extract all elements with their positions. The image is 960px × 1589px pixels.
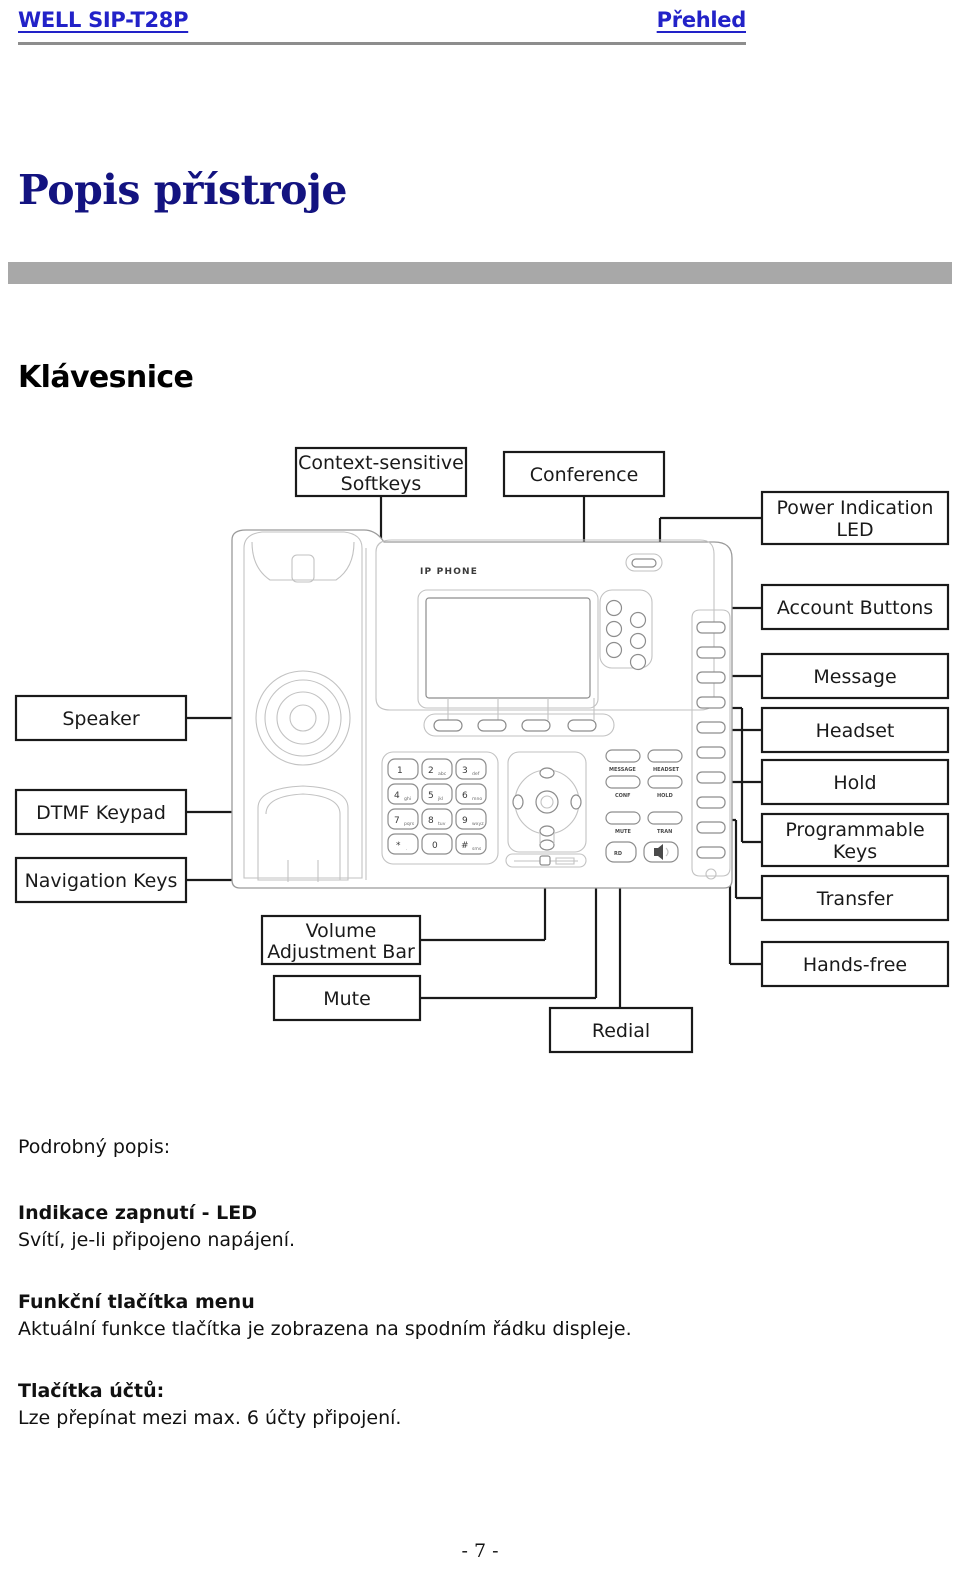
svg-text:1: 1 — [397, 766, 403, 776]
page-footer: - 7 - — [0, 1540, 960, 1562]
svg-text:2: 2 — [428, 766, 434, 776]
svg-text:sms: sms — [472, 847, 482, 852]
callout-transfer-label: Transfer — [816, 888, 894, 910]
callout-headset-label: Headset — [816, 720, 895, 742]
callout-context-softkeys: Context-sensitive Softkeys — [294, 446, 468, 498]
body-lead-softkeys: Funkční tlačítka menu — [18, 1290, 255, 1313]
body-lead-power-led: Indikace zapnutí - LED — [18, 1201, 258, 1224]
callout-context-softkeys-line2: Softkeys — [341, 473, 422, 495]
svg-text:.: . — [406, 847, 407, 852]
svg-text:wxyz: wxyz — [472, 822, 484, 827]
callout-message: Message — [760, 652, 950, 700]
callout-message-label: Message — [813, 666, 896, 688]
callout-volume-line2: Adjustment Bar — [267, 941, 415, 963]
device-brand-label: IP PHONE — [420, 567, 478, 577]
svg-text:def: def — [472, 771, 480, 777]
svg-text:7: 7 — [394, 816, 400, 826]
svg-text:TRAN: TRAN — [657, 829, 672, 835]
body-content: Podrobný popis: Indikace zapnutí - LED S… — [18, 1134, 718, 1467]
page-title: Popis přístroje — [18, 166, 347, 214]
svg-text:CONF: CONF — [615, 793, 631, 799]
callout-context-softkeys-line1: Context-sensitive — [298, 452, 464, 474]
callout-dtmf-keypad-label: DTMF Keypad — [36, 802, 166, 824]
svg-text:MESSAGE: MESSAGE — [609, 767, 636, 773]
callout-account-buttons: Account Buttons — [760, 583, 950, 631]
callout-speaker: Speaker — [14, 694, 188, 742]
svg-text:5: 5 — [428, 791, 434, 801]
callout-power-led-line2: LED — [836, 519, 873, 541]
svg-text:3: 3 — [462, 766, 468, 776]
header-product-name: WELL SIP-T28P — [18, 8, 189, 32]
body-intro: Podrobný popis: — [18, 1136, 171, 1158]
svg-text:4: 4 — [394, 791, 400, 801]
keypad-diagram: .cbox { fill:#ffffff; stroke:#1a1a1a; st… — [0, 430, 960, 1070]
callout-conference-label: Conference — [530, 464, 639, 486]
svg-text:RD: RD — [614, 851, 622, 857]
callout-conference: Conference — [502, 450, 666, 498]
body-desc-power-led: Svítí, je-li připojeno napájení. — [18, 1229, 296, 1252]
callout-hold-label: Hold — [833, 772, 876, 794]
callout-programmable-keys: Programmable Keys — [760, 812, 950, 868]
callout-power-led-line1: Power Indication — [777, 497, 934, 519]
svg-text:mno: mno — [472, 797, 482, 802]
callout-hands-free-label: Hands-free — [803, 954, 907, 976]
callout-navigation-keys: Navigation Keys — [14, 856, 188, 904]
callout-account-buttons-label: Account Buttons — [777, 597, 933, 619]
svg-text:jkl: jkl — [437, 796, 443, 802]
body-section-softkeys: Funkční tlačítka menu Aktuální funkce tl… — [18, 1289, 718, 1344]
header-section-name: Přehled — [656, 8, 747, 32]
svg-text:ghi: ghi — [404, 796, 411, 802]
svg-text:0: 0 — [432, 841, 438, 851]
title-divider-bar — [8, 262, 952, 284]
callout-programmable-keys-line2: Keys — [833, 841, 877, 863]
svg-text:pqrs: pqrs — [404, 821, 415, 827]
body-lead-accounts: Tlačítka účtů: — [18, 1379, 165, 1402]
callout-programmable-keys-line1: Programmable — [785, 819, 924, 841]
body-desc-accounts: Lze přepínat mezi max. 6 účty připojení. — [18, 1407, 402, 1430]
callout-transfer: Transfer — [760, 874, 950, 922]
body-section-accounts: Tlačítka účtů: Lze přepínat mezi max. 6 … — [18, 1378, 718, 1433]
page-number: - 7 - — [461, 1540, 499, 1562]
svg-text:8: 8 — [428, 816, 434, 826]
callout-navigation-keys-label: Navigation Keys — [25, 870, 178, 892]
callout-dtmf-keypad: DTMF Keypad — [14, 788, 188, 836]
body-desc-softkeys: Aktuální funkce tlačítka je zobrazena na… — [18, 1318, 632, 1341]
callout-mute: Mute — [272, 974, 422, 1022]
body-section-power-led: Indikace zapnutí - LED Svítí, je-li přip… — [18, 1200, 718, 1255]
callout-redial-label: Redial — [592, 1020, 650, 1042]
svg-text:*: * — [396, 841, 401, 851]
section-heading: Klávesnice — [18, 360, 194, 395]
svg-text:HEADSET: HEADSET — [653, 767, 680, 773]
svg-text:9: 9 — [462, 816, 468, 826]
callout-volume-bar: Volume Adjustment Bar — [260, 914, 422, 966]
svg-text:HOLD: HOLD — [657, 793, 673, 799]
phone-diagram-svg: .cbox { fill:#ffffff; stroke:#1a1a1a; st… — [14, 446, 950, 1054]
callout-power-led: Power Indication LED — [760, 490, 950, 546]
page-header: WELL SIP-T28P Přehled — [18, 8, 746, 45]
svg-text:MUTE: MUTE — [615, 829, 631, 835]
callout-headset: Headset — [760, 706, 950, 754]
callout-redial: Redial — [548, 1006, 694, 1054]
svg-text:tuv: tuv — [438, 821, 446, 827]
callout-hands-free: Hands-free — [760, 940, 950, 988]
callout-volume-line1: Volume — [306, 920, 377, 942]
phone-illustration: IP PHONE 1 2 abc 3 def 4 ghi 5 jkl 6 mno… — [231, 529, 733, 889]
callout-hold: Hold — [760, 758, 950, 806]
svg-text:#: # — [461, 841, 469, 851]
svg-text:abc: abc — [438, 771, 447, 777]
svg-text:6: 6 — [462, 791, 468, 801]
callout-speaker-label: Speaker — [62, 708, 139, 730]
callout-mute-label: Mute — [323, 988, 371, 1010]
